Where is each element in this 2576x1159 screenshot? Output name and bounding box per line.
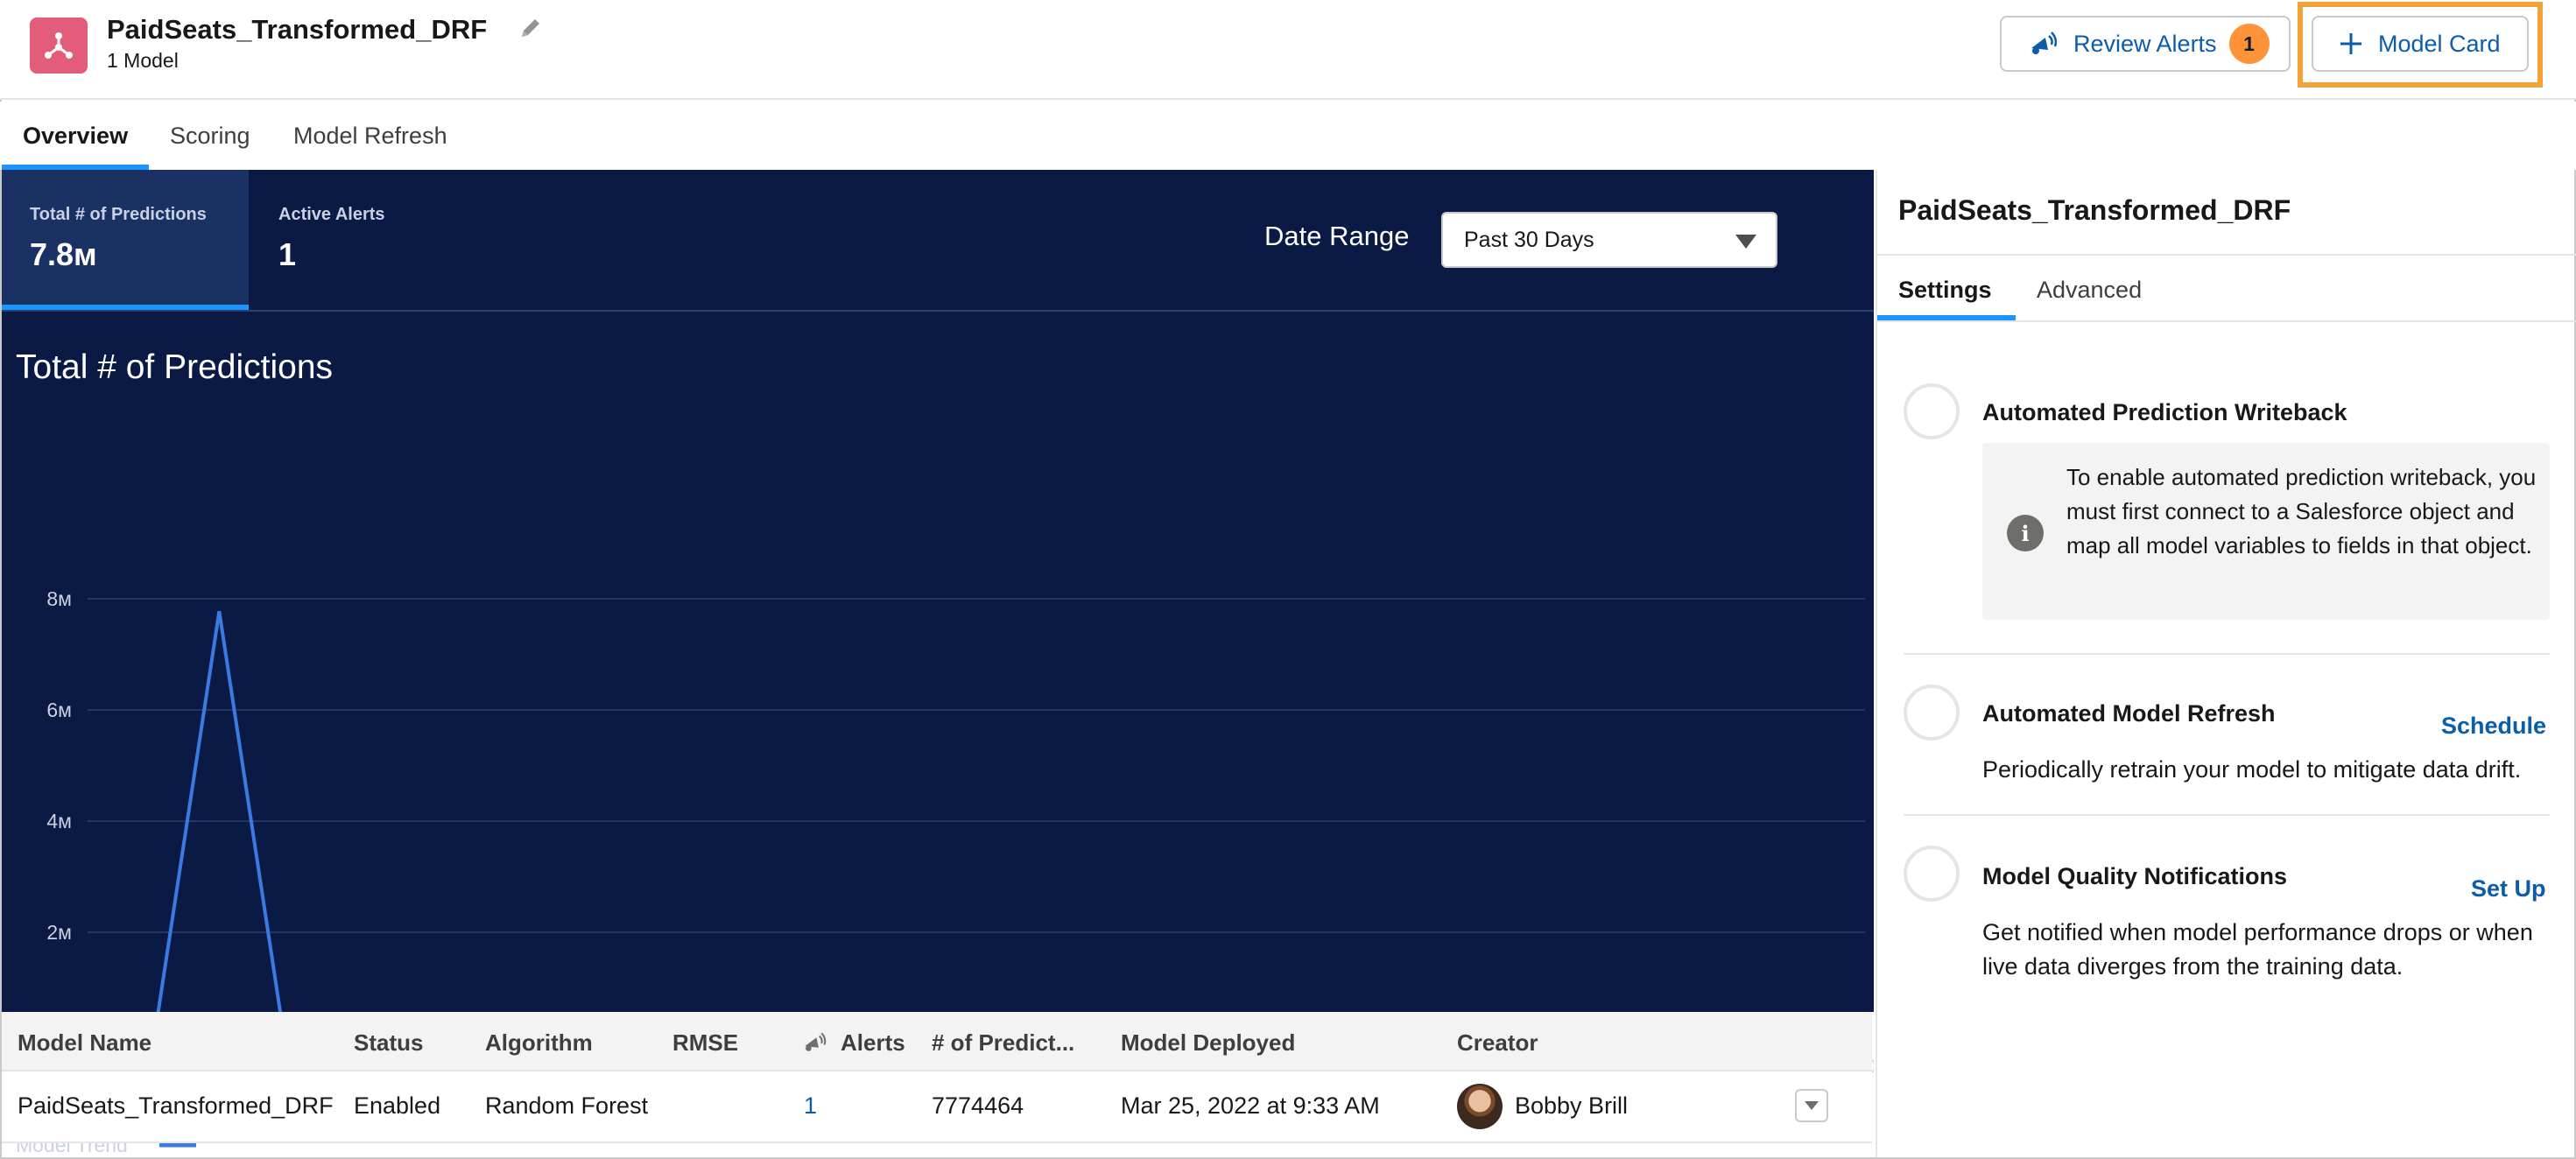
series-line (88, 611, 1865, 1045)
cell-status: Enabled (354, 1092, 441, 1119)
kpi-total-predictions[interactable]: Total # of Predictions 7.8м (2, 170, 249, 310)
kpi-alerts-value: 1 (278, 236, 297, 272)
review-alerts-label: Review Alerts (2073, 30, 2217, 57)
kpi-alerts-label: Active Alerts (278, 205, 385, 224)
date-range-select[interactable]: Past 30 Days (1441, 212, 1777, 268)
date-range-value: Past 30 Days (1464, 227, 1594, 252)
tab-advanced[interactable]: Advanced (2037, 277, 2142, 304)
col-algorithm[interactable]: Algorithm (485, 1029, 593, 1057)
quality-notifications-toggle-circle[interactable] (1904, 846, 1960, 902)
model-settings-panel: PaidSeats_Transformed_DRF Settings Advan… (1876, 170, 2576, 1157)
kpi-total-label: Total # of Predictions (30, 205, 207, 224)
quality-notifications-title: Model Quality Notifications (1982, 863, 2288, 889)
page-subtitle: 1 Model (107, 49, 179, 72)
kpi-total-value: 7.8м (30, 236, 97, 272)
col-rmse[interactable]: RMSE (672, 1029, 738, 1057)
model-icon (30, 18, 88, 74)
model-card-label: Model Card (2378, 30, 2501, 57)
table-row[interactable]: PaidSeats_Transformed_DRF Enabled Random… (2, 1071, 1872, 1143)
col-alerts[interactable]: Alerts (841, 1029, 907, 1057)
review-alerts-button[interactable]: Review Alerts 1 (2000, 16, 2291, 72)
cell-predictions: 7774464 (932, 1092, 1024, 1119)
page-title: PaidSeats_Transformed_DRF (107, 14, 488, 45)
cell-model-deployed: Mar 25, 2022 at 9:33 AM (1121, 1092, 1380, 1119)
cell-alerts-link[interactable]: 1 (804, 1092, 817, 1120)
y-tick-label: 8м (46, 587, 72, 610)
y-tick-label: 2м (46, 921, 72, 944)
tab-overview[interactable]: Overview (23, 123, 128, 150)
y-tick-label: 6м (46, 699, 72, 721)
y-tick-label: 4м (46, 810, 72, 832)
writeback-info-text: To enable automated prediction writeback… (2066, 464, 2537, 558)
chevron-down-icon (1735, 235, 1756, 249)
col-status[interactable]: Status (354, 1029, 423, 1057)
set-up-link[interactable]: Set Up (2471, 875, 2546, 903)
cell-creator: Bobby Brill (1515, 1092, 1629, 1119)
tab-model-refresh[interactable]: Model Refresh (293, 123, 447, 150)
quality-notifications-desc: Get notified when model performance drop… (1982, 919, 2533, 980)
row-actions-dropdown[interactable] (1795, 1089, 1828, 1122)
schedule-link[interactable]: Schedule (2441, 713, 2546, 740)
pencil-icon[interactable] (518, 16, 543, 40)
tab-settings[interactable]: Settings (1898, 277, 1992, 304)
cell-algorithm: Random Forest (485, 1092, 649, 1119)
model-refresh-toggle-circle[interactable] (1904, 685, 1960, 741)
info-icon: i (2007, 515, 2044, 551)
plus-icon (2340, 33, 2361, 54)
model-card-button[interactable]: Model Card (2312, 16, 2529, 72)
alerts-count-badge: 1 (2228, 24, 2270, 64)
writeback-title: Automated Prediction Writeback (1982, 399, 2347, 425)
avatar (1457, 1084, 1503, 1129)
settings-divider (1904, 653, 2550, 655)
main-tabs: Overview Scoring Model Refresh (0, 102, 2576, 170)
kpi-divider (2, 310, 1874, 312)
panel-divider (1877, 254, 2576, 256)
col-creator[interactable]: Creator (1457, 1029, 1538, 1057)
page-header: PaidSeats_Transformed_DRF 1 Model Review… (0, 0, 2576, 100)
alert-broadcast-icon (2031, 32, 2058, 54)
model-refresh-desc: Periodically retrain your model to mitig… (1982, 756, 2522, 783)
col-model-name[interactable]: Model Name (18, 1029, 151, 1057)
alert-broadcast-icon (805, 1032, 827, 1051)
predictions-dashboard: Total # of Predictions 7.8м Active Alert… (2, 170, 1874, 1156)
col-model-deployed[interactable]: Model Deployed (1121, 1029, 1295, 1057)
cell-model-name: PaidSeats_Transformed_DRF (18, 1092, 334, 1119)
chart-title: Total # of Predictions (16, 348, 334, 386)
writeback-toggle-circle[interactable] (1904, 383, 1960, 439)
settings-divider (1904, 814, 2550, 816)
panel-divider (1877, 320, 2576, 322)
col-predictions[interactable]: # of Predict... (932, 1029, 1074, 1057)
model-refresh-title: Automated Model Refresh (1982, 700, 2276, 727)
date-range-label: Date Range (1264, 221, 1410, 251)
panel-title: PaidSeats_Transformed_DRF (1898, 194, 2291, 226)
writeback-info-box: i To enable automated prediction writeba… (1982, 443, 2550, 620)
models-table-header: Model Name Status Algorithm RMSE Alerts … (2, 1012, 1872, 1071)
tab-scoring[interactable]: Scoring (170, 123, 250, 150)
